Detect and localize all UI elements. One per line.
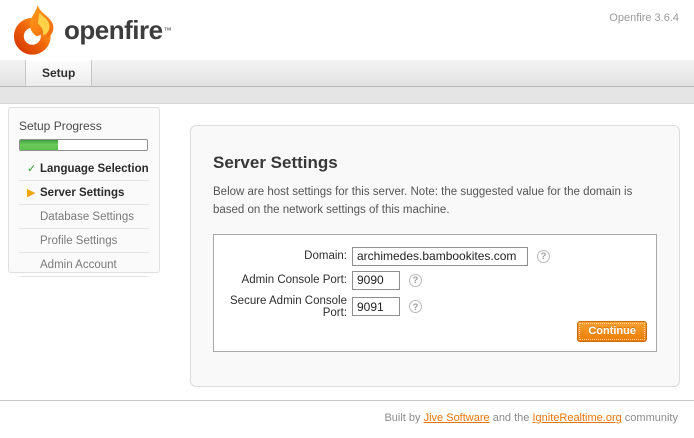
tab-setup[interactable]: Setup bbox=[25, 60, 92, 86]
sidebar-title: Setup Progress bbox=[19, 119, 149, 133]
footer-middle: and the bbox=[490, 412, 533, 424]
sidebar-item-admin-account[interactable]: Admin Account bbox=[19, 253, 149, 277]
footer-prefix: Built by bbox=[384, 412, 423, 424]
arrow-right-icon: ▶ bbox=[27, 188, 40, 199]
jive-software-link[interactable]: Jive Software bbox=[424, 412, 490, 424]
button-row: Continue bbox=[577, 321, 647, 342]
server-settings-panel: Server Settings Below are host settings … bbox=[190, 125, 680, 387]
logo-trademark: ™ bbox=[164, 26, 172, 35]
sidebar-item-label: Database Settings bbox=[40, 211, 134, 223]
progress-bar bbox=[19, 139, 148, 151]
footer-credits: Built by Jive Software and the IgniteRea… bbox=[384, 412, 678, 424]
form-row-domain: Domain: ? bbox=[214, 247, 644, 266]
sidebar-item-label: Admin Account bbox=[40, 259, 117, 271]
check-icon: ✓ bbox=[27, 164, 40, 175]
admin-port-input[interactable] bbox=[352, 271, 400, 290]
help-icon[interactable]: ? bbox=[409, 300, 422, 313]
footer: Built by Jive Software and the IgniteRea… bbox=[0, 400, 694, 438]
secure-port-label: Secure Admin Console Port: bbox=[214, 295, 352, 319]
admin-port-label: Admin Console Port: bbox=[214, 274, 352, 286]
form-row-secure-port: Secure Admin Console Port: ? bbox=[214, 295, 644, 319]
help-icon[interactable]: ? bbox=[537, 250, 550, 263]
sub-nav-bar bbox=[0, 87, 694, 104]
sidebar-item-language-selection[interactable]: ✓ Language Selection bbox=[19, 157, 149, 181]
continue-button[interactable]: Continue bbox=[577, 321, 647, 342]
sidebar-item-label: Profile Settings bbox=[40, 235, 117, 247]
openfire-setup-page: openfire™ Openfire 3.6.4 Setup Setup Pro… bbox=[0, 0, 694, 438]
secure-port-input[interactable] bbox=[352, 297, 400, 316]
progress-bar-fill bbox=[20, 140, 58, 150]
sidebar-item-database-settings[interactable]: Database Settings bbox=[19, 205, 149, 229]
footer-suffix: community bbox=[622, 412, 678, 424]
version-label: Openfire 3.6.4 bbox=[609, 12, 679, 24]
server-settings-form: Domain: ? Admin Console Port: ? Secure A… bbox=[213, 234, 657, 352]
content-area: Setup Progress ✓ Language Selection ▶ Se… bbox=[0, 104, 694, 399]
sidebar-item-label: Language Selection bbox=[40, 163, 149, 175]
help-icon[interactable]: ? bbox=[409, 274, 422, 287]
domain-input[interactable] bbox=[352, 247, 528, 266]
page-title: Server Settings bbox=[213, 153, 657, 173]
setup-progress-sidebar: Setup Progress ✓ Language Selection ▶ Se… bbox=[8, 107, 160, 273]
sidebar-item-profile-settings[interactable]: Profile Settings bbox=[19, 229, 149, 253]
logo-wordmark: openfire bbox=[64, 15, 163, 46]
igniterealtime-link[interactable]: IgniteRealtime.org bbox=[532, 412, 621, 424]
header: openfire™ Openfire 3.6.4 bbox=[0, 0, 694, 60]
flame-icon bbox=[10, 4, 60, 56]
form-row-admin-port: Admin Console Port: ? bbox=[214, 271, 644, 290]
sidebar-item-label: Server Settings bbox=[40, 187, 124, 199]
domain-label: Domain: bbox=[214, 250, 352, 262]
tab-bar: Setup bbox=[0, 60, 694, 87]
page-description: Below are host settings for this server.… bbox=[213, 184, 657, 220]
sidebar-item-server-settings[interactable]: ▶ Server Settings bbox=[19, 181, 149, 205]
openfire-logo: openfire™ bbox=[10, 4, 172, 56]
